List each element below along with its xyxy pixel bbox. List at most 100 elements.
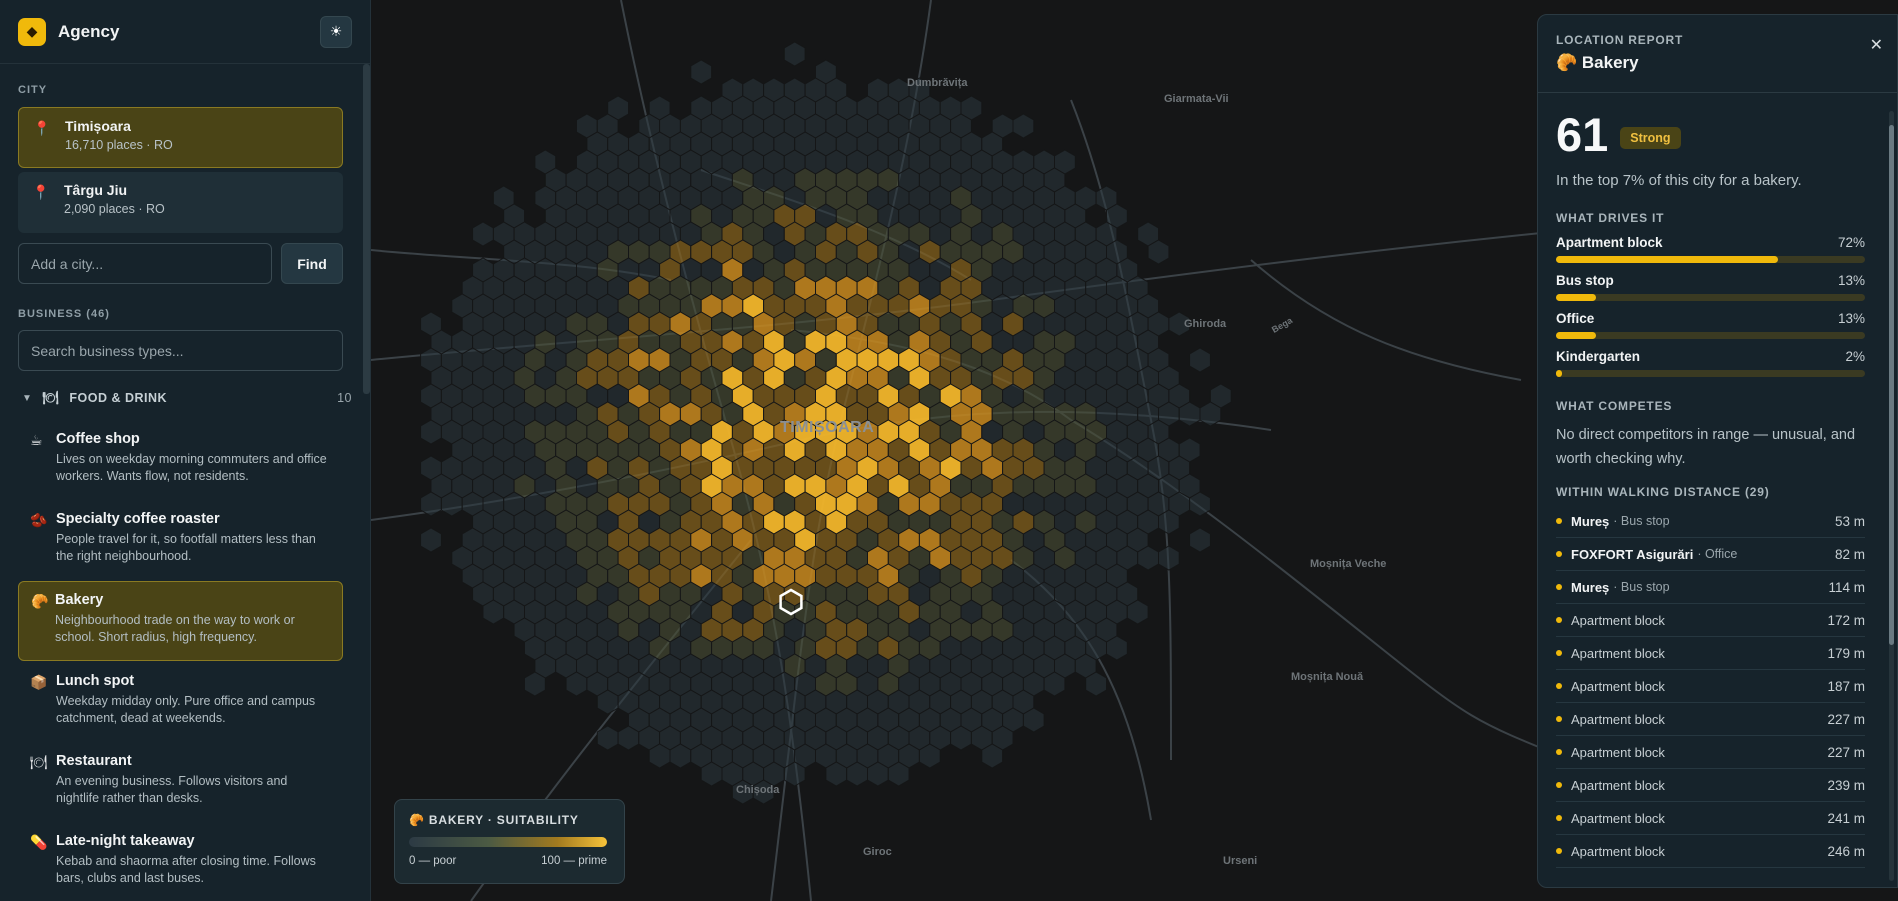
business-section-label: BUSINESS (46) [18, 308, 110, 320]
add-city-input[interactable] [18, 243, 272, 284]
nearby-row[interactable]: Apartment block 172 m [1556, 604, 1865, 637]
report-scrollbar[interactable] [1889, 111, 1894, 881]
nearby-list: Mureș · Bus stop 53 m FOXFORT Asigurări … [1556, 505, 1865, 868]
find-button[interactable]: Find [281, 243, 343, 284]
nearby-distance: 179 m [1827, 645, 1865, 661]
city-card-targu-jiu[interactable]: 📍 Târgu Jiu 2,090 places · RO [18, 172, 343, 233]
nearby-name: Apartment block [1571, 678, 1665, 694]
business-icon: ☕ [30, 432, 43, 448]
business-list: ☕ Coffee shop Lives on weekday morning c… [0, 421, 370, 901]
suitability-legend: 🥐 BAKERY · SUITABILITY 0 — poor 100 — pr… [394, 799, 625, 884]
business-item[interactable]: 📦 Lunch spot Weekday midday only. Pure o… [18, 663, 343, 743]
map-label-giarmata: Giarmata-Vii [1164, 93, 1229, 105]
legend-low: 0 — poor [409, 855, 457, 867]
close-icon[interactable]: ✕ [1870, 35, 1883, 55]
suitability-hex[interactable] [1158, 545, 1180, 571]
driver-name: Office [1556, 311, 1595, 326]
logo-icon: ◆ [18, 17, 46, 46]
suitability-hex[interactable] [690, 59, 713, 85]
nearby-row[interactable]: Mureș · Bus stop 114 m [1556, 571, 1865, 604]
nearby-row[interactable]: Apartment block 239 m [1556, 769, 1865, 802]
driver-track [1556, 294, 1865, 301]
nearby-type: · Bus stop [1613, 580, 1670, 594]
business-item[interactable]: 💊 Late-night takeaway Kebab and shaorma … [18, 823, 343, 901]
suitability-hex[interactable] [1189, 527, 1211, 553]
driver-row: Bus stop 13% [1556, 273, 1865, 301]
group-food-drink[interactable]: ▼ 🍽 FOOD & DRINK 10 [0, 387, 370, 409]
bullet-dot [1556, 848, 1562, 854]
bullet-dot [1556, 782, 1562, 788]
group-label: FOOD & DRINK [69, 391, 168, 405]
nearby-row[interactable]: Apartment block 241 m [1556, 802, 1865, 835]
city-meta: 16,710 places · RO [65, 138, 173, 152]
report-kicker: LOCATION REPORT [1556, 33, 1684, 47]
nearby-distance: 53 m [1834, 513, 1865, 529]
map-label-giroc: Giroc [863, 846, 892, 858]
score-value: 61 [1556, 108, 1609, 161]
nearby-name: Mureș [1571, 513, 1610, 529]
suitability-hex[interactable] [783, 41, 806, 67]
suitability-hex[interactable] [1012, 113, 1035, 139]
business-icon: 💊 [30, 834, 48, 850]
nearby-row[interactable]: Apartment block 179 m [1556, 637, 1865, 670]
business-icon: 🍽 [30, 754, 48, 770]
walking-label: WITHIN WALKING DISTANCE (29) [1556, 485, 1770, 499]
suitability-hex[interactable] [472, 221, 494, 247]
bullet-dot [1556, 749, 1562, 755]
legend-ends: 0 — poor 100 — prime [409, 855, 607, 867]
suitability-hex[interactable] [420, 527, 442, 553]
nearby-distance: 187 m [1827, 678, 1865, 694]
business-item[interactable]: 🫘 Specialty coffee roaster People travel… [18, 501, 343, 581]
business-desc: Lives on weekday morning commuters and o… [56, 452, 327, 483]
business-search-input[interactable] [18, 330, 343, 371]
nearby-name: Apartment block [1571, 711, 1665, 727]
map-label-urseni: Urseni [1223, 855, 1258, 867]
nearby-distance: 82 m [1834, 546, 1865, 562]
legend-title: 🥐 BAKERY · SUITABILITY [409, 813, 579, 827]
report-scrollbar-thumb[interactable] [1889, 125, 1894, 645]
nearby-distance: 241 m [1827, 810, 1865, 826]
business-name: Coffee shop [56, 431, 140, 447]
app-root: ◆ Agency ☀ CITY 📍 Timișoara 16,710 place… [0, 0, 1898, 901]
suitability-hex[interactable] [1189, 347, 1211, 373]
business-item[interactable]: ☕ Coffee shop Lives on weekday morning c… [18, 421, 343, 501]
city-name: Timișoara [65, 118, 131, 134]
map-label-mosnita-veche: Moșnița Veche [1310, 558, 1387, 570]
nearby-row[interactable]: Apartment block 227 m [1556, 703, 1865, 736]
nearby-name: Mureș [1571, 579, 1610, 595]
city-card-timisoara[interactable]: 📍 Timișoara 16,710 places · RO [18, 107, 343, 168]
nearby-name: Apartment block [1571, 612, 1665, 628]
driver-name: Apartment block [1556, 235, 1663, 250]
map-label-ghiroda: Ghiroda [1184, 318, 1227, 330]
nearby-name: FOXFORT Asigurări [1571, 546, 1694, 562]
sidebar-scrollbar[interactable] [363, 64, 370, 394]
sun-icon: ☀ [329, 23, 343, 39]
driver-fill [1556, 332, 1597, 339]
driver-fill [1556, 370, 1563, 377]
business-item[interactable]: 🥐 Bakery Neighbourhood trade on the way … [18, 581, 343, 661]
theme-toggle-button[interactable]: ☀ [320, 15, 352, 48]
nearby-row[interactable]: Mureș · Bus stop 53 m [1556, 505, 1865, 538]
nearby-row[interactable]: Apartment block 187 m [1556, 670, 1865, 703]
map-label-city: TIMIȘOARA [780, 419, 875, 436]
pin-icon: 📍 [33, 120, 51, 136]
nearby-name: Apartment block [1571, 810, 1665, 826]
score-row: 61 Strong [1556, 107, 1865, 162]
nearby-row[interactable]: Apartment block 246 m [1556, 835, 1865, 868]
business-icon: 🥐 [31, 593, 49, 609]
app-title: Agency [58, 21, 120, 41]
driver-row: Kindergarten 2% [1556, 349, 1865, 377]
bullet-dot [1556, 815, 1562, 821]
nearby-row[interactable]: FOXFORT Asigurări · Office 82 m [1556, 538, 1865, 571]
nearby-row[interactable]: Apartment block 227 m [1556, 736, 1865, 769]
food-drink-icon: 🍽 [42, 390, 60, 405]
nearby-type: · Bus stop [1613, 514, 1670, 528]
city-meta: 2,090 places · RO [64, 202, 165, 216]
nearby-distance: 246 m [1827, 843, 1865, 859]
collapse-triangle-icon: ▼ [22, 392, 33, 404]
driver-track [1556, 332, 1865, 339]
business-item[interactable]: 🍽 Restaurant An evening business. Follow… [18, 743, 343, 823]
bullet-dot [1556, 650, 1562, 656]
driver-track [1556, 256, 1865, 263]
driver-fill [1556, 256, 1779, 263]
